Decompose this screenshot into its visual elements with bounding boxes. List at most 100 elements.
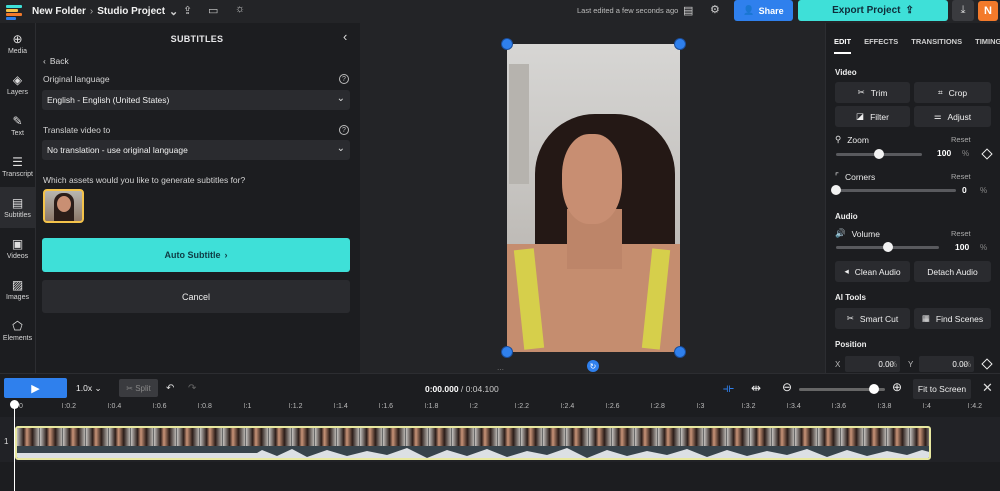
upload-icon[interactable]: ⇪ — [183, 4, 192, 17]
speed-value: 1.0x — [76, 383, 93, 393]
corners-slider[interactable] — [831, 185, 956, 195]
tab-transitions[interactable]: TRANSITIONS — [911, 37, 962, 46]
corner-icon: ⌜ — [835, 171, 839, 181]
timeline-zoom-slider[interactable] — [799, 384, 885, 394]
redo-icon[interactable]: ↷ — [188, 383, 196, 394]
export-icon: ⇪ — [905, 5, 914, 16]
zoom-value[interactable]: 100 — [937, 148, 951, 158]
resize-handle-top-right[interactable] — [674, 38, 686, 50]
nav-elements[interactable]: ⬠ Elements — [0, 310, 35, 351]
back-button[interactable]: ‹ Back — [43, 56, 69, 66]
find-scenes-button[interactable]: ▦ Find Scenes — [914, 308, 991, 329]
filter-icon: ◪ — [856, 111, 865, 121]
videos-icon: ▣ — [11, 236, 24, 251]
ruler-tick-label: :3.2 — [743, 403, 756, 410]
subtitles-box-icon[interactable]: ▭ — [208, 4, 218, 17]
play-button[interactable]: ▶ — [4, 378, 67, 398]
nav-videos[interactable]: ▣ Videos — [0, 228, 35, 269]
nav-images[interactable]: ▨ Images — [0, 269, 35, 310]
lightbulb-icon[interactable]: ☼ — [235, 3, 245, 15]
nav-subtitles[interactable]: ▤ Subtitles — [0, 187, 35, 228]
corners-slider-knob[interactable] — [831, 185, 841, 195]
split-marker-icon[interactable]: ⟛ — [723, 381, 734, 396]
volume-slider-knob[interactable] — [882, 242, 893, 252]
translate-select[interactable]: No translation - use original language ⌄ — [42, 140, 350, 160]
asset-thumbnail[interactable] — [43, 189, 84, 223]
fit-to-screen-button[interactable]: Fit to Screen — [913, 379, 971, 399]
breadcrumb-folder[interactable]: New Folder — [32, 6, 86, 17]
crop-button[interactable]: ⌗ Crop — [914, 82, 991, 103]
zoom-label: ⚲ Zoom — [835, 134, 869, 145]
video-clip[interactable] — [15, 426, 931, 460]
video-preview[interactable] — [507, 44, 680, 352]
time-separator: / — [458, 384, 466, 394]
tab-effects[interactable]: EFFECTS — [864, 37, 898, 46]
playhead[interactable] — [10, 400, 19, 491]
zoom-slider-knob[interactable] — [874, 149, 884, 159]
fit-width-icon[interactable]: ⇹ — [751, 381, 761, 395]
help-icon[interactable]: ? — [339, 74, 349, 84]
filmstrip-frame — [841, 428, 864, 446]
undo-icon[interactable]: ↶ — [166, 383, 174, 394]
scenes-icon: ▦ — [921, 313, 930, 323]
nav-media[interactable]: ⊕ Media — [0, 23, 35, 64]
volume-reset-button[interactable]: Reset — [951, 229, 971, 238]
nav-text[interactable]: ✎ Text — [0, 105, 35, 146]
keyframe-icon[interactable] — [981, 358, 993, 370]
nav-layers[interactable]: ◈ Layers — [0, 64, 35, 105]
detach-audio-button[interactable]: Detach Audio — [914, 261, 991, 282]
kapwing-logo-icon[interactable] — [6, 4, 22, 20]
keyframe-icon[interactable] — [981, 148, 993, 160]
chevron-down-icon[interactable]: ⌄ — [169, 5, 178, 18]
collapse-panel-icon[interactable]: ‹ — [343, 29, 347, 44]
adjust-button[interactable]: ⚌ Adjust — [914, 106, 991, 127]
tab-timing[interactable]: TIMING — [975, 37, 1000, 46]
speed-select[interactable]: 1.0x ⌄ — [76, 383, 102, 394]
ruler-tick-label: :0.2 — [64, 403, 76, 410]
export-project-button[interactable]: Export Project ⇪ — [798, 0, 948, 21]
filmstrip-frame — [268, 428, 292, 446]
auto-subtitle-button[interactable]: Auto Subtitle › — [42, 238, 350, 272]
corners-reset-button[interactable]: Reset — [951, 172, 971, 181]
close-icon[interactable]: ✕ — [982, 380, 993, 396]
clean-audio-button[interactable]: ◂ Clean Audio — [835, 261, 910, 282]
cancel-button[interactable]: Cancel — [42, 280, 350, 313]
chevron-down-icon: ⌄ — [336, 93, 345, 104]
smart-cut-button[interactable]: ✂ Smart Cut — [835, 308, 910, 329]
tab-edit[interactable]: EDIT — [834, 37, 852, 54]
filter-button[interactable]: ◪ Filter — [835, 106, 910, 127]
volume-slider[interactable] — [836, 242, 939, 252]
volume-label: 🔊 Volume — [835, 228, 880, 239]
timeline-ruler[interactable]: 0:0.2:0.4:0.6:0.8:1:1.2:1.4:1.6:1.8:2:2.… — [0, 403, 1000, 417]
nav-transcript[interactable]: ☰ Transcript — [0, 146, 35, 187]
avatar[interactable]: N — [978, 1, 998, 21]
timeline-zoom-knob[interactable] — [868, 384, 879, 394]
zoom-out-icon[interactable]: ⊖ — [782, 380, 792, 394]
nav-label: Transcript — [2, 170, 33, 178]
split-button[interactable]: ✂ Split — [119, 379, 158, 397]
help-icon[interactable]: ? — [339, 125, 349, 135]
filmstrip-frame — [108, 428, 132, 446]
resize-handle-bottom-left[interactable] — [501, 346, 513, 358]
resize-handle-bottom-right[interactable] — [674, 346, 686, 358]
volume-value[interactable]: 100 — [955, 242, 969, 252]
trim-button[interactable]: ✂ Trim — [835, 82, 910, 103]
zoom-slider[interactable] — [836, 149, 922, 159]
corners-value[interactable]: 0 — [962, 185, 967, 195]
ruler-tick-label: :1.6 — [381, 403, 394, 410]
zoom-in-icon[interactable]: ⊕ — [892, 380, 902, 394]
original-language-select[interactable]: English - English (United States) ⌄ — [42, 90, 350, 110]
filmstrip-frame — [657, 428, 681, 446]
filmstrip-frame — [726, 428, 750, 446]
rotate-icon[interactable]: ↻ — [587, 360, 599, 372]
gear-icon[interactable]: ⚙ — [710, 3, 720, 16]
resize-handle-top-left[interactable] — [501, 38, 513, 50]
position-x-label: X — [835, 360, 841, 369]
breadcrumb-project[interactable]: Studio Project — [97, 6, 165, 17]
clean-audio-label: Clean Audio — [854, 266, 901, 277]
waveform-graphic — [17, 448, 929, 458]
share-button[interactable]: 👤 Share — [734, 0, 793, 21]
zoom-reset-button[interactable]: Reset — [951, 135, 971, 144]
comment-icon[interactable]: ▤ — [683, 4, 693, 17]
download-button[interactable]: ⤓ — [952, 0, 974, 21]
